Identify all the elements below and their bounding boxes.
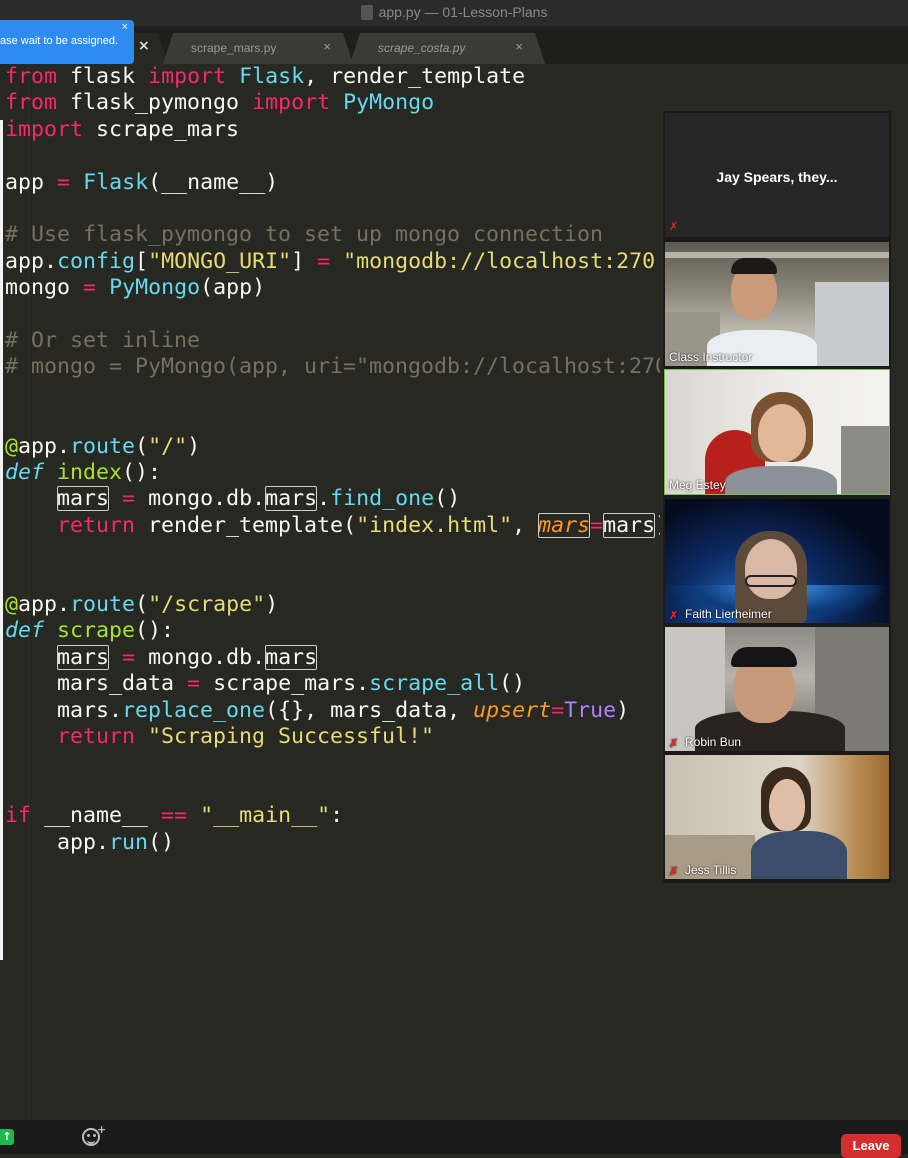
- window-title: app.py — 01-Lesson-Plans: [378, 4, 548, 20]
- participant-name: Jess Tillis: [685, 863, 737, 877]
- participant-name: Class Instructor: [669, 350, 753, 364]
- video-feed: [665, 499, 889, 623]
- code-line: app = Flask(__name__): [5, 169, 279, 195]
- code-line: from flask_pymongo import PyMongo: [5, 90, 435, 116]
- video-feed: [665, 242, 889, 366]
- code-line: if __name__ == "__main__":: [5, 803, 344, 829]
- participant-name: Jay Spears, they...: [716, 169, 838, 185]
- tab-label: scrape_costa.py: [378, 41, 466, 55]
- code-area[interactable]: from flask import Flask, render_template…: [5, 64, 660, 864]
- video-feed: [665, 755, 889, 879]
- mic-muted-icon: ✗: [669, 220, 679, 233]
- code-line: mars.replace_one({}, mars_data, upsert=T…: [57, 697, 630, 723]
- tab-scrape-mars[interactable]: scrape_mars.py ×: [163, 33, 353, 64]
- python-file-icon: [360, 5, 373, 20]
- code-line: def index():: [5, 460, 162, 485]
- background-window-edge: [0, 120, 3, 960]
- code-line: mars = mongo.db.mars: [57, 644, 318, 670]
- code-line: # Use flask_pymongo to set up mongo conn…: [5, 222, 604, 248]
- code-line: mars_data = scrape_mars.scrape_all(): [57, 671, 526, 697]
- close-tab-icon[interactable]: ×: [515, 39, 523, 54]
- participant-name: Meg Estey: [669, 478, 726, 492]
- code-line: # Or set inline: [5, 328, 201, 353]
- participant-tile[interactable]: ✗ Faith Lierheimer: [665, 499, 889, 623]
- leave-button[interactable]: Leave: [841, 1134, 901, 1158]
- video-feed: [665, 627, 889, 751]
- window-titlebar: app.py — 01-Lesson-Plans: [0, 0, 908, 27]
- code-line: return "Scraping Successful!": [57, 724, 435, 749]
- participant-tile[interactable]: Jay Spears, they... ✗: [665, 113, 889, 237]
- editor-tab-bar: scrape_mars.py × scrape_costa.py ×: [0, 27, 908, 64]
- code-line: app.config["MONGO_URI"] = "mongodb://loc…: [5, 248, 656, 274]
- code-line: # mongo = PyMongo(app, uri="mongodb://lo…: [5, 354, 660, 380]
- code-line: def scrape():: [5, 618, 175, 644]
- tab-label: scrape_mars.py: [191, 41, 277, 55]
- mic-muted-icon: ✗: [669, 738, 679, 750]
- code-line: import scrape_mars: [5, 116, 240, 142]
- notification-message: ase wait to be assigned.: [0, 35, 119, 47]
- participant-name: Faith Lierheimer: [685, 607, 772, 621]
- add-reaction-plus-icon: +: [97, 1123, 107, 1136]
- code-line: return render_template("index.html", mar…: [57, 512, 660, 538]
- mic-muted-icon: ✗: [669, 610, 679, 622]
- close-tab-icon[interactable]: ×: [323, 39, 331, 54]
- code-line: @app.route("/scrape"): [5, 592, 279, 617]
- participant-tile-active-speaker[interactable]: Meg Estey: [664, 369, 890, 495]
- tab-scrape-costa[interactable]: scrape_costa.py ×: [350, 33, 545, 64]
- code-line: from flask import Flask, render_template: [5, 64, 526, 89]
- code-line: mars = mongo.db.mars.find_one(): [57, 486, 461, 512]
- code-line: app.run(): [57, 829, 175, 855]
- close-tab-icon[interactable]: ×: [138, 38, 150, 54]
- participant-tile[interactable]: Class Instructor: [665, 242, 889, 366]
- mic-muted-icon: ✗: [669, 866, 679, 878]
- meeting-controls-bar: [0, 1120, 908, 1154]
- assignment-notification: ase wait to be assigned. ×: [0, 20, 134, 64]
- arrow-up-icon[interactable]: ↑: [0, 1129, 14, 1145]
- code-line: mongo = PyMongo(app): [5, 275, 266, 301]
- code-line: @app.route("/"): [5, 433, 201, 459]
- video-feed: [665, 370, 889, 494]
- close-icon[interactable]: ×: [122, 21, 128, 33]
- participant-tile[interactable]: ✗ Jess Tillis: [665, 755, 889, 879]
- participant-tile[interactable]: ✗ Robin Bun: [665, 627, 889, 751]
- participant-name: Robin Bun: [685, 735, 742, 749]
